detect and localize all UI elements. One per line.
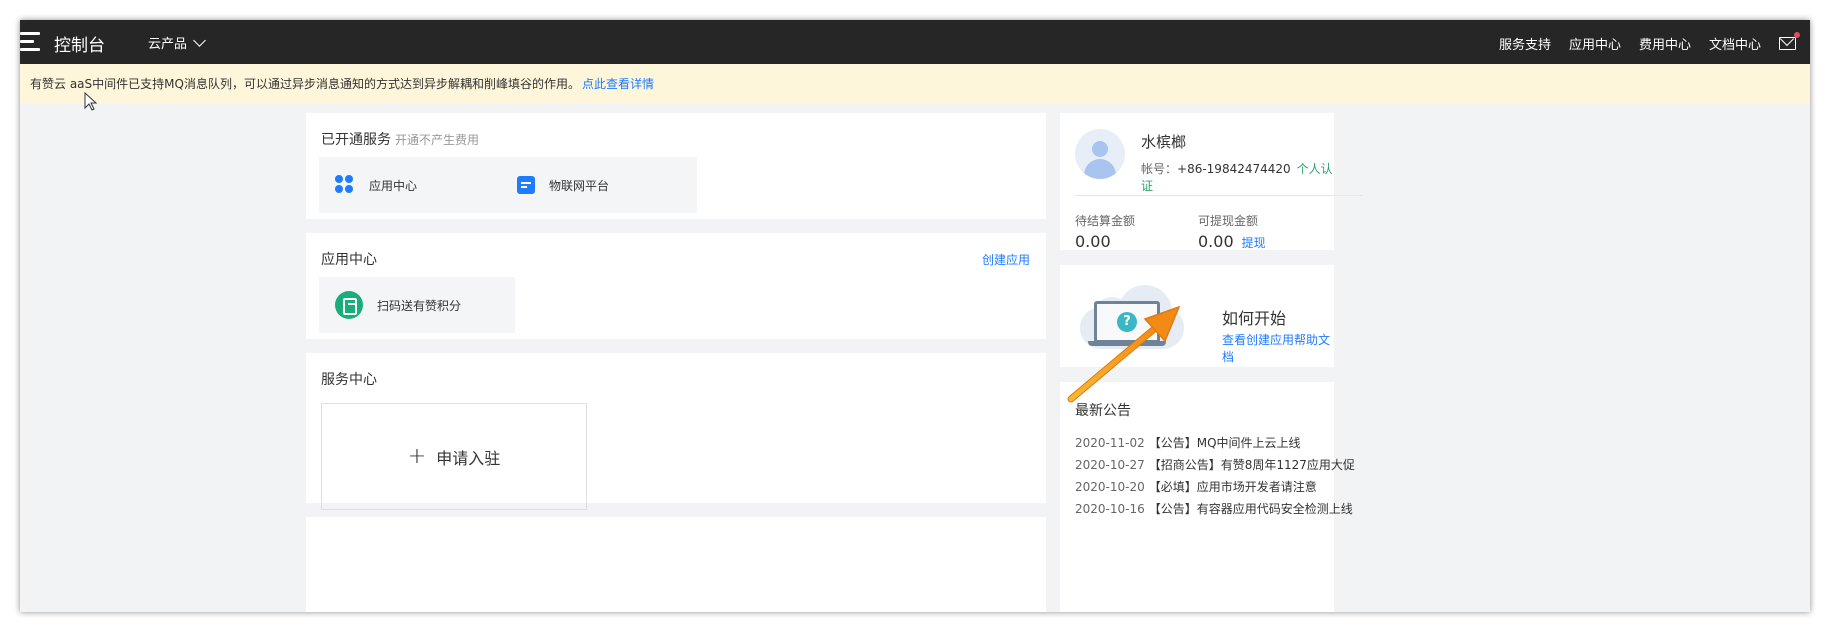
apply-settle-label: 申请入驻 [436, 448, 501, 468]
cloud-products-menu[interactable]: 云产品 [148, 33, 206, 52]
withdrawable-amount-label: 可提现金额 [1198, 214, 1259, 228]
avatar[interactable] [1075, 129, 1125, 179]
service-center-card: 服务中心 + 申请入驻 [306, 353, 1046, 510]
mail-icon[interactable] [1779, 32, 1800, 50]
mouse-cursor-icon [84, 92, 98, 111]
pending-amount-value: 0.00 [1075, 232, 1111, 251]
announcement-date: 2020-10-20 [1075, 480, 1145, 494]
service-tile-label: 应用中心 [369, 178, 418, 193]
cloud-products-label: 云产品 [148, 37, 188, 52]
create-app-help-doc-link[interactable]: 查看创建应用帮助文档 [1222, 331, 1334, 365]
service-center-title: 服务中心 [321, 372, 377, 388]
pending-amount-label: 待结算金额 [1075, 214, 1136, 228]
chevron-down-icon [193, 33, 206, 47]
opened-services-title: 已开通服务 开通不产生费用 [321, 129, 479, 149]
announcement-item[interactable]: 2020-10-27 【招商公告】有赞8周年1127应用大促 [1075, 457, 1365, 479]
plus-icon: + [407, 443, 427, 469]
notice-banner: 有赞云 aaS中间件已支持MQ消息队列，可以通过异步消息通知的方式达到异步解耦和… [20, 64, 1810, 104]
iot-platform-icon [517, 176, 535, 194]
announcement-text: 【公告】有容器应用代码安全检测上线 [1148, 502, 1353, 516]
nav-service-support[interactable]: 服务支持 [1499, 34, 1551, 53]
opened-services-subtitle: 开通不产生费用 [395, 133, 480, 147]
console-window: 控制台 云产品 服务支持 应用中心 费用中心 文档中心 有赞云 aaS中间件已支… [20, 20, 1810, 612]
announcement-item[interactable]: 2020-10-20 【必填】应用市场开发者请注意 [1075, 479, 1365, 501]
announcement-item[interactable]: 2020-11-02 【公告】MQ中间件上云上线 [1075, 435, 1365, 457]
hamburger-menu-icon[interactable] [20, 32, 42, 52]
user-name: 水槟榔 [1141, 133, 1187, 151]
withdrawable-amount-value: 0.00 [1198, 232, 1234, 251]
top-nav-bar: 控制台 云产品 服务支持 应用中心 费用中心 文档中心 [20, 20, 1810, 64]
withdraw-link[interactable]: 提现 [1242, 236, 1266, 250]
nav-app-center[interactable]: 应用中心 [1569, 34, 1621, 53]
unread-dot [1794, 32, 1800, 38]
apply-settle-button[interactable]: + 申请入驻 [321, 403, 587, 510]
profile-card: 水槟榔 帐号：+86-19842474420 个人认证 待结算金额 0.00 可提… [1060, 113, 1363, 251]
app-center-card: 应用中心 创建应用 扫码送有赞积分 [306, 233, 1046, 339]
announcement-date: 2020-10-27 [1075, 458, 1145, 472]
service-tile-label: 物联网平台 [549, 178, 610, 193]
notice-text: 有赞云 aaS中间件已支持MQ消息队列，可以通过异步消息通知的方式达到异步解耦和… [30, 77, 580, 91]
announcement-text: 【必填】应用市场开发者请注意 [1148, 480, 1317, 494]
announcement-text: 【招商公告】有赞8周年1127应用大促 [1148, 458, 1355, 472]
announcements-card: 最新公告 2020-11-02 【公告】MQ中间件上云上线 2020-10-27 【… [1060, 382, 1355, 612]
withdrawable-amount: 0.00 提现 [1198, 232, 1266, 251]
opened-services-card: 已开通服务 开通不产生费用 应用中心 物联网平台 [306, 113, 1046, 219]
scan-exit-icon [335, 291, 363, 319]
profile-divider [1075, 195, 1363, 196]
orange-arrow-icon [1067, 305, 1181, 403]
announcement-date: 2020-10-16 [1075, 502, 1145, 516]
account-label: 帐号： [1141, 162, 1178, 176]
top-nav-links: 服务支持 应用中心 费用中心 文档中心 [1499, 32, 1800, 53]
app-tile-scan-points[interactable]: 扫码送有赞积分 [319, 277, 515, 333]
create-app-link[interactable]: 创建应用 [982, 251, 1030, 268]
announcement-text: 【公告】MQ中间件上云上线 [1148, 436, 1301, 450]
account-line: 帐号：+86-19842474420 个人认证 [1141, 160, 1334, 194]
app-tile-label: 扫码送有赞积分 [377, 298, 462, 313]
service-tile-iot-platform[interactable]: 物联网平台 [501, 157, 697, 213]
service-tile-app-center[interactable]: 应用中心 [319, 157, 515, 213]
announcement-list: 2020-11-02 【公告】MQ中间件上云上线 2020-10-27 【招商公告】… [1075, 435, 1365, 523]
console-title[interactable]: 控制台 [54, 31, 105, 56]
announcement-date: 2020-11-02 [1075, 436, 1145, 450]
opened-services-heading: 已开通服务 [321, 132, 391, 148]
app-grid-icon [335, 175, 355, 195]
getting-started-title: 如何开始 [1222, 309, 1287, 328]
notice-details-link[interactable]: 点此查看详情 [582, 77, 654, 91]
announcement-item[interactable]: 2020-10-16 【公告】有容器应用代码安全检测上线 [1075, 501, 1365, 523]
account-number: +86-19842474420 [1177, 162, 1291, 176]
nav-docs-center[interactable]: 文档中心 [1709, 34, 1761, 53]
app-center-title: 应用中心 [321, 252, 377, 268]
nav-billing-center[interactable]: 费用中心 [1639, 34, 1691, 53]
additional-card [306, 517, 1046, 612]
